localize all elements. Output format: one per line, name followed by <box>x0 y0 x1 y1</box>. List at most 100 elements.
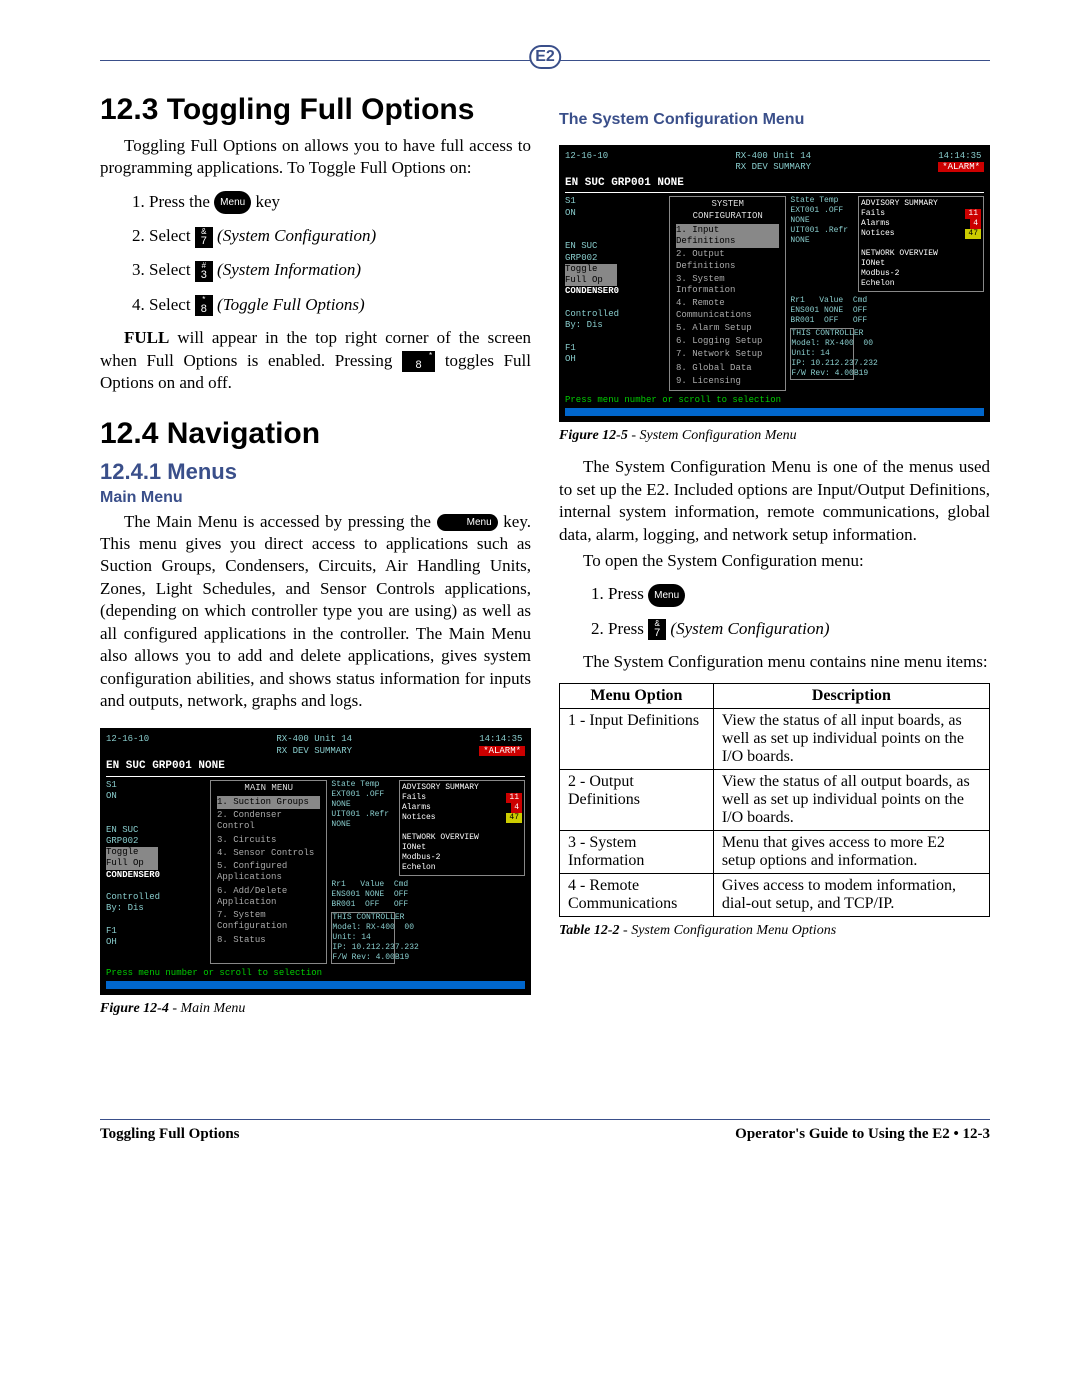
menu-item: 1. Suction Groups <box>217 796 320 809</box>
toggle-full-options-steps: 1. Press the Menu key 2. Select &7 (Syst… <box>132 186 531 321</box>
table-row: 1 - Input Definitions View the status of… <box>560 709 990 770</box>
screen-bottom-bar <box>565 408 984 416</box>
step-text-italic: (System Information) <box>217 260 361 279</box>
two-column-layout: 12.3 Toggling Full Options Toggling Full… <box>100 87 990 1029</box>
keypad-7-icon: &7 <box>648 619 666 640</box>
step-text-italic: (Toggle Full Options) <box>217 295 365 314</box>
table-cell-option: 3 - System Information <box>560 831 714 874</box>
menu-item: 6. Logging Setup <box>676 335 779 348</box>
table-row: 3 - System Information Menu that gives a… <box>560 831 990 874</box>
screen-bottom-bar <box>106 981 525 989</box>
section-12-3-para2: FULL will appear in the top right corner… <box>100 327 531 394</box>
step-text: Press <box>608 619 648 638</box>
group-line: EN SUC GRP001 NONE <box>106 760 525 777</box>
main-menu-heading: Main Menu <box>100 489 531 507</box>
keypad-8-icon: *8 <box>402 351 435 372</box>
list-item: 1. Press the Menu key <box>132 186 531 218</box>
list-item: 2. Select &7 (System Configuration) <box>132 220 531 252</box>
table-cell-option: 2 - Output Definitions <box>560 770 714 831</box>
step-text: key <box>255 192 280 211</box>
figure-12-4-caption: Figure 12-4 - Main Menu <box>100 1001 531 1017</box>
system-config-screenshot: 12-16-10 RX-400 Unit 14RX DEV SUMMARY 14… <box>559 145 990 422</box>
table-cell-option: 1 - Input Definitions <box>560 709 714 770</box>
table-row: 4 - Remote Communications Gives access t… <box>560 874 990 917</box>
menu-item: 7. Network Setup <box>676 348 779 361</box>
menu-key-icon: Menu <box>214 191 251 214</box>
menu-key-icon: Menu <box>648 584 685 607</box>
page-footer: Toggling Full Options Operator's Guide t… <box>100 1119 990 1143</box>
table-cell-option: 4 - Remote Communications <box>560 874 714 917</box>
table-cell-desc: Gives access to modem information, dial-… <box>713 874 989 917</box>
screen-hint: Press menu number or scroll to selection <box>106 968 525 979</box>
main-menu-screenshot: 12-16-10 RX-400 Unit 14RX DEV SUMMARY 14… <box>100 728 531 995</box>
menu-item: 6. Add/Delete Application <box>217 885 320 910</box>
left-column: 12.3 Toggling Full Options Toggling Full… <box>100 87 531 1029</box>
menu-item: 4. Remote Communications <box>676 297 779 322</box>
syscfg-para1: The System Configuration Menu is one of … <box>559 456 990 546</box>
menu-item: 8. Status <box>217 934 320 947</box>
screen-date: 12-16-10 <box>565 151 608 174</box>
list-item: 2. Press &7 (System Configuration) <box>591 613 990 645</box>
menu-key-icon: Menu <box>437 514 498 531</box>
screen-date: 12-16-10 <box>106 734 149 757</box>
step-num: 1. <box>591 584 604 603</box>
screen-time: 14:14:35*ALARM* <box>479 734 525 757</box>
list-item: 1. Press Menu <box>591 578 990 610</box>
keypad-7-icon: &7 <box>195 227 213 248</box>
controller-box: THIS CONTROLLER Model: RX-400 00 Unit: 1… <box>331 912 395 964</box>
brand-logo: E2 <box>529 45 561 69</box>
step-num: 2. <box>591 619 604 638</box>
syscfg-options-table: Menu Option Description 1 - Input Defini… <box>559 683 990 917</box>
step-num: 1. <box>132 192 145 211</box>
full-bold: FULL <box>124 328 169 347</box>
menu-item: 3. Circuits <box>217 834 320 847</box>
main-menu-para: The Main Menu is accessed by pressing th… <box>100 511 531 713</box>
table-row: 2 - Output Definitions View the status o… <box>560 770 990 831</box>
step-text: Select <box>149 260 195 279</box>
menu-title: SYSTEM CONFIGURATION <box>676 199 779 222</box>
menu-item: 3. System Information <box>676 273 779 298</box>
table-header-desc: Description <box>713 684 989 709</box>
figure-12-5-caption: Figure 12-5 - System Configuration Menu <box>559 428 990 444</box>
advisory-summary-box: ADVISORY SUMMARY Fails11 Alarms4 Notices… <box>858 196 984 292</box>
screen-unit: RX-400 Unit 14RX DEV SUMMARY <box>735 151 811 174</box>
syscfg-para2: To open the System Configuration menu: <box>559 550 990 572</box>
advisory-summary-box: ADVISORY SUMMARY Fails11 Alarms4 Notices… <box>399 780 525 876</box>
controller-box: THIS CONTROLLER Model: RX-400 00 Unit: 1… <box>790 328 854 380</box>
step-text: Select <box>149 295 195 314</box>
step-num: 4. <box>132 295 145 314</box>
step-num: 3. <box>132 260 145 279</box>
keypad-8-icon: *8 <box>195 295 213 316</box>
screen-hint: Press menu number or scroll to selection <box>565 395 984 406</box>
menu-item: 2. Condenser Control <box>217 809 320 834</box>
table-cell-desc: Menu that gives access to more E2 setup … <box>713 831 989 874</box>
menu-item: 7. System Configuration <box>217 909 320 934</box>
right-column: The System Configuration Menu 12-16-10 R… <box>559 87 990 1029</box>
step-num: 2. <box>132 226 145 245</box>
screen-time: 14:14:35*ALARM* <box>938 151 984 174</box>
menu-item: 1. Input Definitions <box>676 224 779 249</box>
list-item: 3. Select #3 (System Information) <box>132 254 531 286</box>
group-line: EN SUC GRP001 NONE <box>565 177 984 194</box>
syscfg-para3: The System Configuration menu contains n… <box>559 651 990 673</box>
section-12-4-1-heading: 12.4.1 Menus <box>100 459 531 485</box>
system-config-menu-box: SYSTEM CONFIGURATION 1. Input Definition… <box>669 196 786 391</box>
menu-item: 8. Global Data <box>676 362 779 375</box>
header-rule: E2 <box>100 60 990 61</box>
menu-item: 5. Alarm Setup <box>676 322 779 335</box>
menu-item: 5. Configured Applications <box>217 860 320 885</box>
document-page: E2 12.3 Toggling Full Options Toggling F… <box>0 0 1080 1183</box>
section-12-4-heading: 12.4 Navigation <box>100 417 531 451</box>
step-text: Press the <box>149 192 214 211</box>
menu-item: 2. Output Definitions <box>676 248 779 273</box>
step-text-italic: (System Configuration) <box>217 226 376 245</box>
table-cell-desc: View the status of all output boards, as… <box>713 770 989 831</box>
table-header-option: Menu Option <box>560 684 714 709</box>
syscfg-open-steps: 1. Press Menu 2. Press &7 (System Config… <box>591 578 990 645</box>
table-12-2-caption: Table 12-2 - System Configuration Menu O… <box>559 923 990 939</box>
menu-item: 4. Sensor Controls <box>217 847 320 860</box>
step-text: Press <box>608 584 648 603</box>
alarm-badge: *ALARM* <box>479 746 525 756</box>
menu-item: 9. Licensing <box>676 375 779 388</box>
table-cell-desc: View the status of all input boards, as … <box>713 709 989 770</box>
